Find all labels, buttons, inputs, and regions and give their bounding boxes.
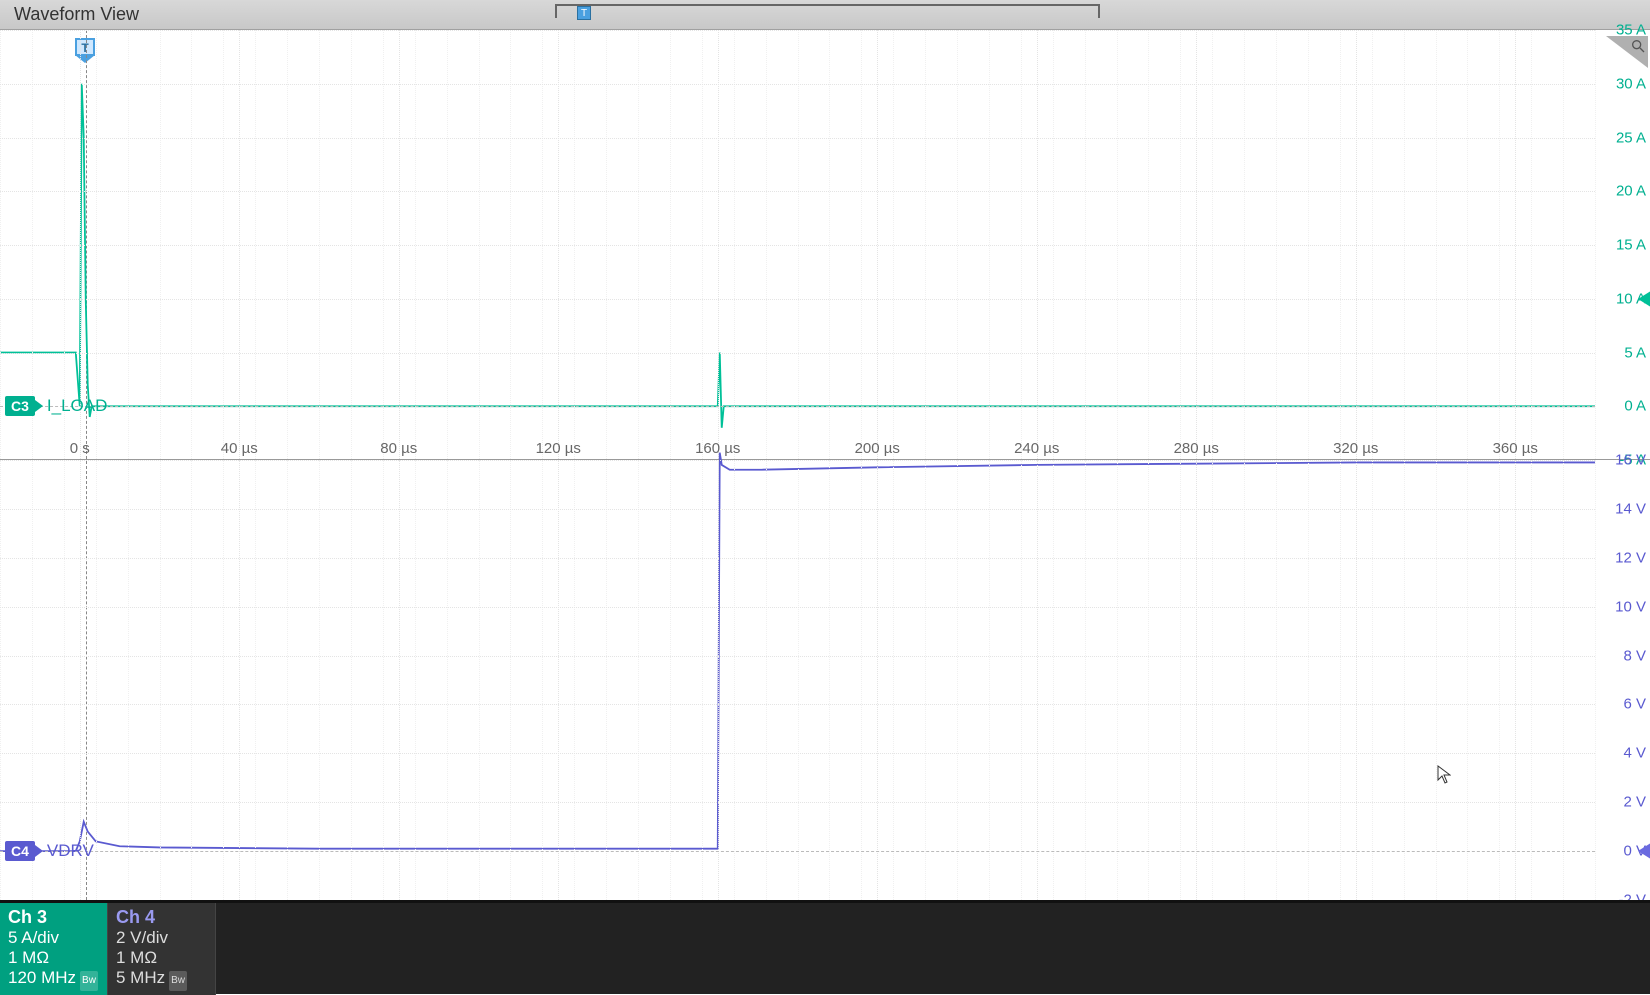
y-tick-label: 16 V: [1596, 452, 1646, 469]
channel-card-ch3[interactable]: Ch 3 5 A/div 1 MΩ 120 MHzBw: [0, 903, 108, 995]
channel-id-badge: C4: [5, 841, 35, 861]
x-tick-label: 320 µs: [1333, 440, 1378, 457]
pane-ch4[interactable]: -2 V0 V2 V4 V6 V8 V10 V12 V14 V16 VC4VDR…: [0, 460, 1650, 900]
ground-marker-ch3[interactable]: [1638, 289, 1650, 309]
x-tick-label: 160 µs: [695, 440, 740, 457]
x-tick-label: 40 µs: [221, 440, 258, 457]
ch4-title: Ch 4: [116, 907, 207, 928]
y-tick-label: 0 A: [1596, 398, 1646, 415]
y-tick-label: 4 V: [1596, 745, 1646, 762]
ch4-term: 1 MΩ: [116, 948, 207, 968]
chevron-right-icon: [35, 400, 43, 412]
channel-tag-ch3[interactable]: C3 I_LOAD: [5, 394, 107, 418]
y-tick-label: 25 A: [1596, 129, 1646, 146]
x-tick-label: 360 µs: [1493, 440, 1538, 457]
x-tick-label: 280 µs: [1174, 440, 1219, 457]
x-tick-label: 80 µs: [380, 440, 417, 457]
y-tick-label: 14 V: [1596, 500, 1646, 517]
ch3-scale: 5 A/div: [8, 928, 99, 948]
waveform-ch4: [0, 460, 1650, 900]
x-tick-label: 120 µs: [536, 440, 581, 457]
y-tick-label: 35 A: [1596, 22, 1646, 39]
y-tick-label: 6 V: [1596, 696, 1646, 713]
channel-tag-ch4[interactable]: C4 VDRV: [5, 839, 94, 863]
bw-icon: Bw: [169, 971, 187, 991]
overview-bracket: [555, 4, 1100, 18]
y-tick-label: 8 V: [1596, 647, 1646, 664]
channel-signal-name: VDRV: [47, 841, 94, 861]
channel-signal-name: I_LOAD: [47, 396, 107, 416]
x-tick-label: 240 µs: [1014, 440, 1059, 457]
chevron-right-icon: [35, 845, 43, 857]
y-tick-label: 12 V: [1596, 549, 1646, 566]
channel-footer: Ch 3 5 A/div 1 MΩ 120 MHzBw Ch 4 2 V/div…: [0, 900, 1650, 994]
y-tick-label: 15 A: [1596, 237, 1646, 254]
pane-ch3[interactable]: -5 A0 A5 A10 A15 A20 A25 A30 A35 AC3I_LO…: [0, 30, 1650, 460]
y-tick-label: 20 A: [1596, 183, 1646, 200]
ch3-term: 1 MΩ: [8, 948, 99, 968]
ch4-scale: 2 V/div: [116, 928, 207, 948]
y-tick-label: 2 V: [1596, 794, 1646, 811]
y-tick-label: 10 V: [1596, 598, 1646, 615]
x-tick-label: 0 s: [70, 440, 90, 457]
channel-card-ch4[interactable]: Ch 4 2 V/div 1 MΩ 5 MHzBw: [108, 903, 216, 995]
ch4-bw: 5 MHz: [116, 968, 165, 988]
y-tick-label: 30 A: [1596, 75, 1646, 92]
window-title: Waveform View: [14, 4, 139, 25]
ch3-bw: 120 MHz: [8, 968, 76, 988]
overview-trigger-marker[interactable]: T: [577, 6, 591, 20]
channel-id-badge: C3: [5, 396, 35, 416]
plot-area[interactable]: T -5 A0 A5 A10 A15 A20 A25 A30 A35 AC3I_…: [0, 30, 1650, 900]
record-overview[interactable]: T: [555, 4, 1100, 26]
y-tick-label: 5 A: [1596, 344, 1646, 361]
ch3-title: Ch 3: [8, 907, 99, 928]
bw-icon: Bw: [80, 971, 98, 991]
x-tick-label: 200 µs: [855, 440, 900, 457]
ground-marker-ch4[interactable]: [1638, 841, 1650, 861]
